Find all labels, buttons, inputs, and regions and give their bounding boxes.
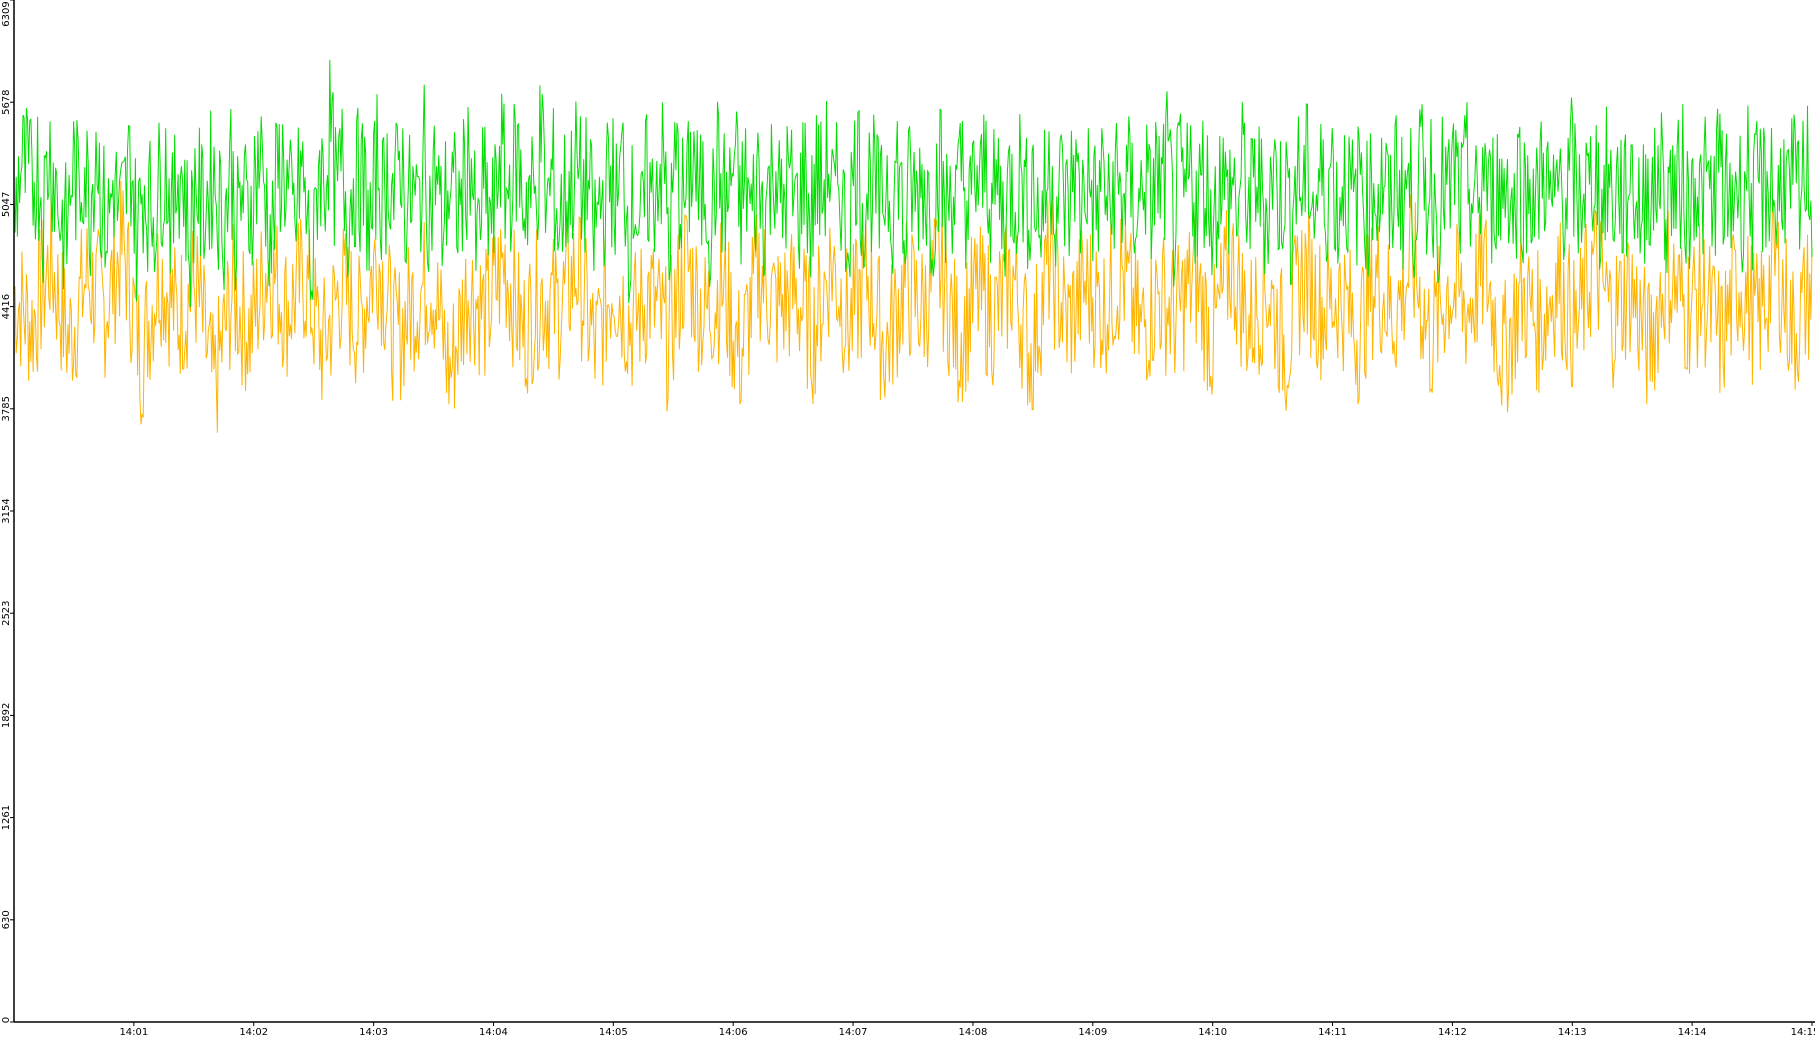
x-tick-label: 14:13 — [1558, 1027, 1587, 1038]
chart-canvas: 0 630 1261 1892 2523 3154 3785 4416 5047 5678 6309… — [1, 0, 1815, 1038]
y-tick-label: 1261 — [1, 805, 12, 830]
x-tick-label: 14:14 — [1678, 1027, 1707, 1038]
y-tick-label: 3154 — [1, 498, 12, 523]
x-tick-label: 14:12 — [1438, 1027, 1467, 1038]
y-tick-label: 630 — [1, 910, 12, 929]
y-tick-label: 0 — [1, 1017, 12, 1023]
x-tick-label: 14:11 — [1318, 1027, 1347, 1038]
x-tick-label: 14:02 — [239, 1027, 268, 1038]
x-tick-label: 14:06 — [719, 1027, 748, 1038]
x-tick-label: 14:09 — [1078, 1027, 1107, 1038]
y-tick-label: 6309 — [1, 1, 12, 26]
x-tick-label: 14:03 — [359, 1027, 388, 1038]
y-axis: 0 630 1261 1892 2523 3154 3785 4416 5047 5678 6309 — [1, 0, 14, 1023]
series-line-orange — [13, 180, 1813, 433]
x-tick-label: 14:10 — [1198, 1027, 1227, 1038]
x-tick-label: 14:05 — [599, 1027, 628, 1038]
x-tick-label: 14:15 — [1791, 1027, 1815, 1038]
x-tick-label: 14:04 — [479, 1027, 508, 1038]
series-layer — [13, 59, 1813, 433]
series-line-green — [13, 59, 1813, 308]
x-axis: 14:01 14:02 14:03 14:04 14:05 14:06 14:07 14:08… — [119, 1022, 1815, 1038]
y-tick-label: 1892 — [1, 703, 12, 728]
y-tick-label: 3785 — [1, 396, 12, 421]
y-tick-label: 5678 — [1, 89, 12, 114]
x-tick-label: 14:08 — [959, 1027, 988, 1038]
y-tick-label: 4416 — [1, 294, 12, 319]
y-tick-label: 2523 — [1, 600, 12, 625]
x-tick-label: 14:07 — [839, 1027, 868, 1038]
x-tick-label: 14:01 — [119, 1027, 148, 1038]
line-chart: 0 630 1261 1892 2523 3154 3785 4416 5047 5678 6309… — [0, 0, 1815, 1039]
y-tick-label: 5047 — [1, 192, 12, 217]
